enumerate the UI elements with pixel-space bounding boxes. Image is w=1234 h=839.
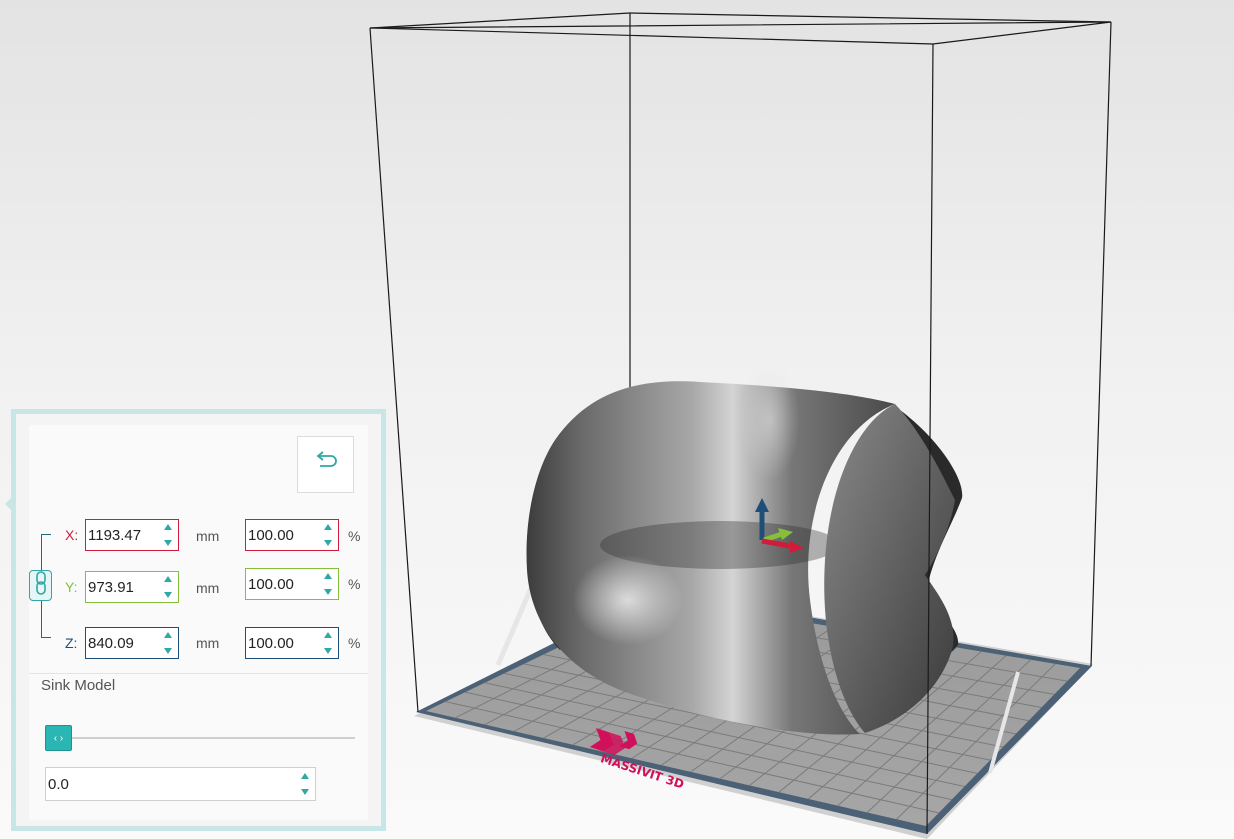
increment-arrow-icon[interactable]: [164, 632, 172, 638]
y-axis-label: Y:: [65, 579, 78, 595]
x-percent-spinner[interactable]: [322, 524, 334, 546]
y-percent-field[interactable]: [245, 568, 339, 600]
sink-model-slider-thumb[interactable]: ‹ ›: [45, 725, 72, 751]
left-right-arrows-icon: ‹ ›: [53, 732, 64, 744]
decrement-arrow-icon[interactable]: [164, 540, 172, 546]
reset-scale-button[interactable]: [297, 436, 354, 493]
divider: [29, 673, 368, 674]
z-percent-unit: %: [348, 635, 361, 651]
support-left: [495, 587, 534, 666]
decrement-arrow-icon[interactable]: [324, 540, 332, 546]
decrement-arrow-icon[interactable]: [164, 648, 172, 654]
sink-model-slider-track[interactable]: [59, 737, 355, 739]
x-size-field[interactable]: [85, 519, 179, 551]
sink-model-spinner[interactable]: [299, 773, 311, 795]
decrement-arrow-icon[interactable]: [324, 648, 332, 654]
z-axis-label: Z:: [65, 635, 78, 651]
z-percent-field[interactable]: [245, 627, 339, 659]
scale-panel-content: X: mm % Y: mm % Z: mm: [29, 425, 368, 820]
y-percent-unit: %: [348, 576, 361, 592]
y-percent-spinner[interactable]: [322, 573, 334, 595]
sink-model-label: Sink Model: [41, 677, 116, 694]
chain-link-icon: [34, 571, 48, 600]
z-percent-spinner[interactable]: [322, 632, 334, 654]
uniform-scale-lock-button[interactable]: [29, 570, 52, 601]
link-bracket-top: [41, 534, 51, 571]
increment-arrow-icon[interactable]: [324, 632, 332, 638]
x-size-unit: mm: [196, 528, 220, 544]
decrement-arrow-icon[interactable]: [164, 592, 172, 598]
increment-arrow-icon[interactable]: [301, 773, 309, 779]
scale-panel: X: mm % Y: mm % Z: mm: [5, 409, 386, 831]
x-percent-field[interactable]: [245, 519, 339, 551]
y-size-field[interactable]: [85, 571, 179, 603]
x-size-spinner[interactable]: [162, 524, 174, 546]
decrement-arrow-icon[interactable]: [301, 789, 309, 795]
sink-model-field[interactable]: [45, 767, 316, 801]
x-percent-unit: %: [348, 528, 361, 544]
sink-model-input[interactable]: [46, 775, 315, 793]
y-size-unit: mm: [196, 580, 220, 596]
z-size-unit: mm: [196, 635, 220, 651]
y-size-spinner[interactable]: [162, 576, 174, 598]
undo-icon: [313, 449, 339, 480]
x-axis-label: X:: [65, 527, 79, 543]
increment-arrow-icon[interactable]: [164, 524, 172, 530]
z-size-spinner[interactable]: [162, 632, 174, 654]
z-size-field[interactable]: [85, 627, 179, 659]
link-bracket-bottom: [41, 601, 51, 638]
increment-arrow-icon[interactable]: [164, 576, 172, 582]
increment-arrow-icon[interactable]: [324, 573, 332, 579]
decrement-arrow-icon[interactable]: [324, 589, 332, 595]
increment-arrow-icon[interactable]: [324, 524, 332, 530]
